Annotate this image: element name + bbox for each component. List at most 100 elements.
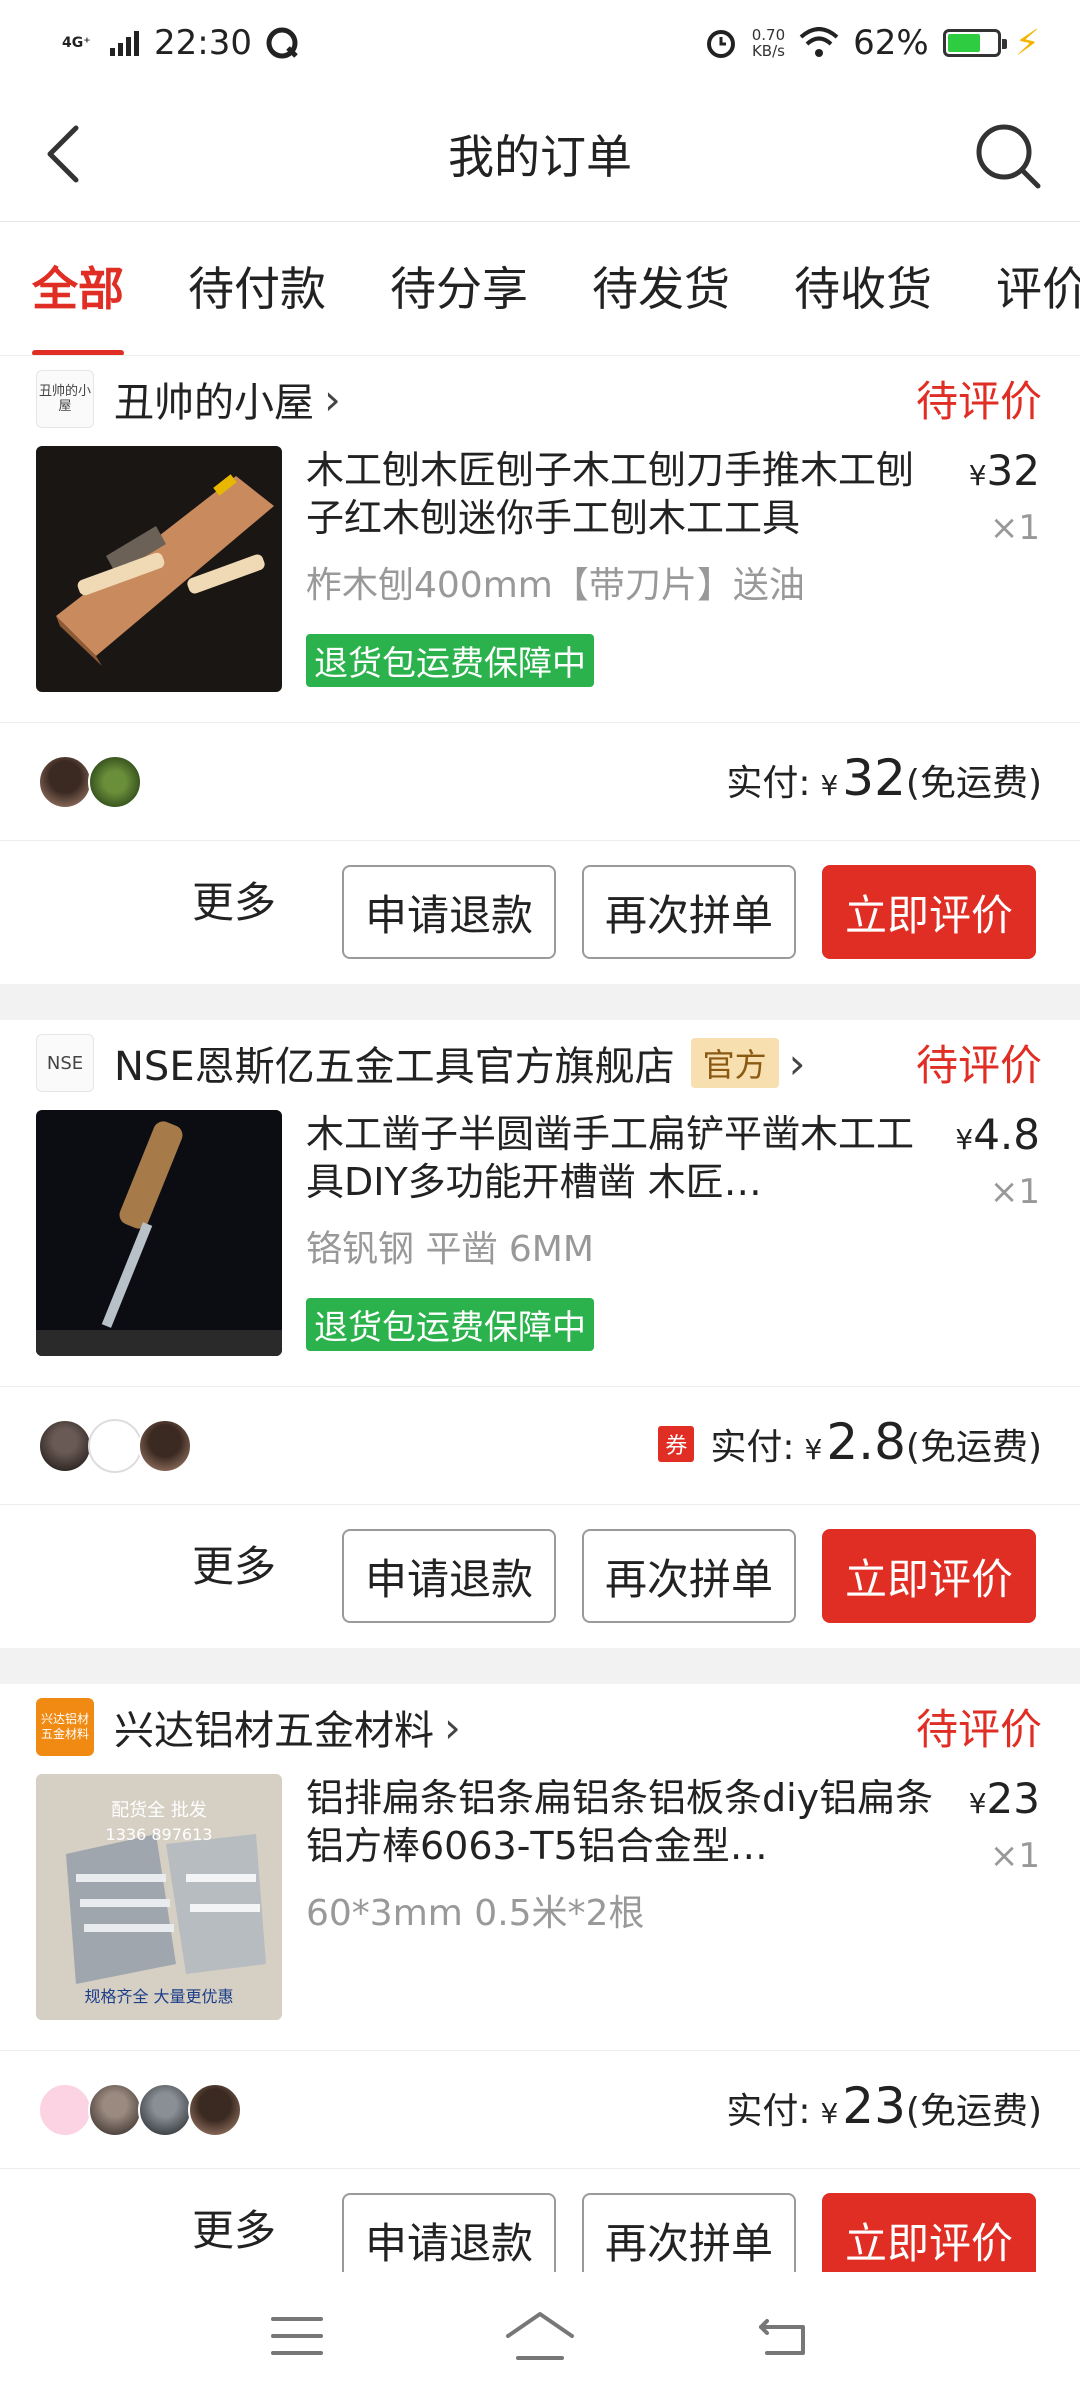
currency-symbol: ¥ — [955, 1123, 974, 1156]
paid-value: 32 — [842, 749, 906, 807]
chevron-right-icon: › — [324, 374, 341, 424]
tab-pending-shipment[interactable]: 待发货 — [560, 222, 762, 355]
home-icon[interactable] — [502, 2308, 578, 2364]
paid-amount: 券 实付: ¥ 2.8 (免运费) — [658, 1413, 1042, 1471]
refund-button[interactable]: 申请退款 — [342, 1529, 556, 1623]
payment-row: 实付: ¥ 32 (免运费) — [0, 722, 1080, 840]
avatar — [138, 1419, 192, 1473]
battery-fill — [947, 34, 980, 52]
system-nav-bar — [0, 2272, 1080, 2400]
product-price: ¥23 — [969, 1774, 1040, 1823]
official-badge: 官方 — [690, 1038, 779, 1088]
product-title[interactable]: 铝排扁条铝条扁铝条铝板条diy铝扁条铝方棒6063-T5铝合金型… — [306, 1774, 946, 1870]
product-qty: ×1 — [989, 1836, 1040, 1876]
reorder-button[interactable]: 再次拼单 — [582, 1529, 796, 1623]
tab-pending-payment[interactable]: 待付款 — [156, 222, 358, 355]
thumb-text: 规格齐全 大量更优惠 — [84, 1987, 233, 2006]
net-speed: 0.70 KB/s — [752, 27, 785, 59]
product-price: ¥4.8 — [955, 1110, 1040, 1159]
reorder-button[interactable]: 再次拼单 — [582, 2193, 796, 2272]
shop-logo: 兴达铝材五金材料 — [36, 1698, 94, 1756]
action-row: 更多 申请退款 再次拼单 立即评价 — [0, 840, 1080, 959]
currency-symbol: ¥ — [804, 1433, 823, 1466]
shop-logo: 丑帅的小屋 — [36, 370, 94, 428]
back-nav-icon[interactable] — [753, 2311, 813, 2361]
price-value: 4.8 — [973, 1110, 1040, 1159]
shop-name[interactable]: 丑帅的小屋 — [114, 370, 314, 428]
alarm-icon — [706, 30, 735, 58]
order-card[interactable]: 丑帅的小屋 丑帅的小屋 › 待评价 木工刨木匠刨子木工刨刀手推木工刨子红木刨迷你… — [0, 356, 1080, 984]
wood-plane-image — [36, 446, 282, 692]
avatar — [38, 2083, 92, 2137]
order-status: 待评价 — [915, 1041, 1042, 1090]
review-button[interactable]: 立即评价 — [822, 2193, 1036, 2272]
review-button[interactable]: 立即评价 — [822, 1529, 1036, 1623]
net-speed-unit: KB/s — [751, 42, 785, 60]
paid-value: 2.8 — [826, 1413, 906, 1471]
refund-button[interactable]: 申请退款 — [342, 865, 556, 959]
shipping-note: (免运费) — [905, 1427, 1042, 1468]
app-notification-icon — [266, 27, 298, 59]
app-header: 我的订单 — [0, 86, 1080, 222]
more-button[interactable]: 更多 — [192, 869, 276, 930]
order-card[interactable]: 兴达铝材五金材料 兴达铝材五金材料 › 待评价 配货全 批发 1336 8976… — [0, 1684, 1080, 2272]
shipping-note: (免运费) — [905, 763, 1042, 804]
avatar — [188, 2083, 242, 2137]
price-value: 23 — [986, 1774, 1040, 1823]
net-speed-value: 0.70 — [751, 26, 786, 44]
back-icon[interactable] — [34, 122, 98, 186]
product-title[interactable]: 木工凿子半圆凿手工扁铲平凿木工工具DIY多功能开槽凿 木匠… — [306, 1110, 946, 1206]
product-spec: 60*3mm 0.5米*2根 — [306, 1893, 645, 1934]
page-title: 我的订单 — [448, 129, 632, 184]
shop-logo: NSE — [36, 1034, 94, 1092]
coupon-icon: 券 — [658, 1426, 695, 1462]
group-avatars — [38, 755, 142, 809]
search-icon[interactable] — [972, 120, 1044, 192]
currency-symbol: ¥ — [820, 769, 839, 802]
currency-symbol: ¥ — [820, 2097, 839, 2130]
product-spec: 铬钒钢 平凿 6MM — [306, 1229, 594, 1270]
order-status: 待评价 — [915, 377, 1042, 426]
return-guarantee-badge: 退货包运费保障中 — [306, 634, 594, 687]
avatar — [38, 1419, 92, 1473]
product-price: ¥32 — [969, 446, 1040, 495]
order-tabs: 全部 待付款 待分享 待发货 待收货 评价 — [0, 222, 1080, 356]
product-spec: 柞木刨400mm【带刀片】送油 — [306, 565, 805, 606]
order-card[interactable]: NSE NSE恩斯亿五金工具官方旗舰店 官方 › 待评价 木工凿子半圆凿手工扁铲… — [0, 1020, 1080, 1648]
avatar — [88, 755, 142, 809]
charging-icon: ⚡ — [1014, 22, 1040, 64]
tab-review[interactable]: 评价 — [964, 222, 1080, 355]
reorder-button[interactable]: 再次拼单 — [582, 865, 796, 959]
tab-pending-receipt[interactable]: 待收货 — [762, 222, 964, 355]
refund-button[interactable]: 申请退款 — [342, 2193, 556, 2272]
product-row[interactable]: 木工凿子半圆凿手工扁铲平凿木工工具DIY多功能开槽凿 木匠… 铬钒钢 平凿 6M… — [0, 1110, 1080, 1360]
group-avatars — [38, 2083, 242, 2137]
avatar — [88, 2083, 142, 2137]
menu-icon[interactable] — [267, 2311, 327, 2361]
payment-row: 实付: ¥ 23 (免运费) — [0, 2050, 1080, 2168]
avatar — [88, 1419, 142, 1473]
paid-label: 实付: — [726, 763, 811, 804]
product-title[interactable]: 木工刨木匠刨子木工刨刀手推木工刨子红木刨迷你手工刨木工工具 — [306, 446, 946, 542]
product-row[interactable]: 木工刨木匠刨子木工刨刀手推木工刨子红木刨迷你手工刨木工工具 柞木刨400mm【带… — [0, 446, 1080, 696]
product-image[interactable]: 配货全 批发 1336 897613 规格齐全 大量更优惠 — [36, 1774, 282, 2020]
shop-name[interactable]: 兴达铝材五金材料 — [114, 1698, 434, 1756]
product-row[interactable]: 配货全 批发 1336 897613 规格齐全 大量更优惠 铝排扁条铝条扁铝条铝… — [0, 1774, 1080, 2024]
more-button[interactable]: 更多 — [192, 1533, 276, 1594]
currency-symbol: ¥ — [968, 1787, 987, 1820]
avatar — [138, 2083, 192, 2137]
status-left: 4G⁺ 22:30 — [62, 23, 300, 63]
currency-symbol: ¥ — [968, 459, 987, 492]
shop-name[interactable]: NSE恩斯亿五金工具官方旗舰店 — [114, 1034, 675, 1092]
tab-pending-share[interactable]: 待分享 — [358, 222, 560, 355]
review-button[interactable]: 立即评价 — [822, 865, 1036, 959]
thumb-text: 1336 897613 — [106, 1825, 213, 1844]
paid-amount: 实付: ¥ 32 (免运费) — [726, 749, 1042, 807]
order-status: 待评价 — [915, 1705, 1042, 1754]
tab-all[interactable]: 全部 — [0, 222, 156, 355]
signal-icon — [110, 31, 139, 56]
product-image[interactable] — [36, 1110, 282, 1356]
paid-amount: 实付: ¥ 23 (免运费) — [726, 2077, 1042, 2135]
more-button[interactable]: 更多 — [192, 2197, 276, 2258]
product-image[interactable] — [36, 446, 282, 692]
